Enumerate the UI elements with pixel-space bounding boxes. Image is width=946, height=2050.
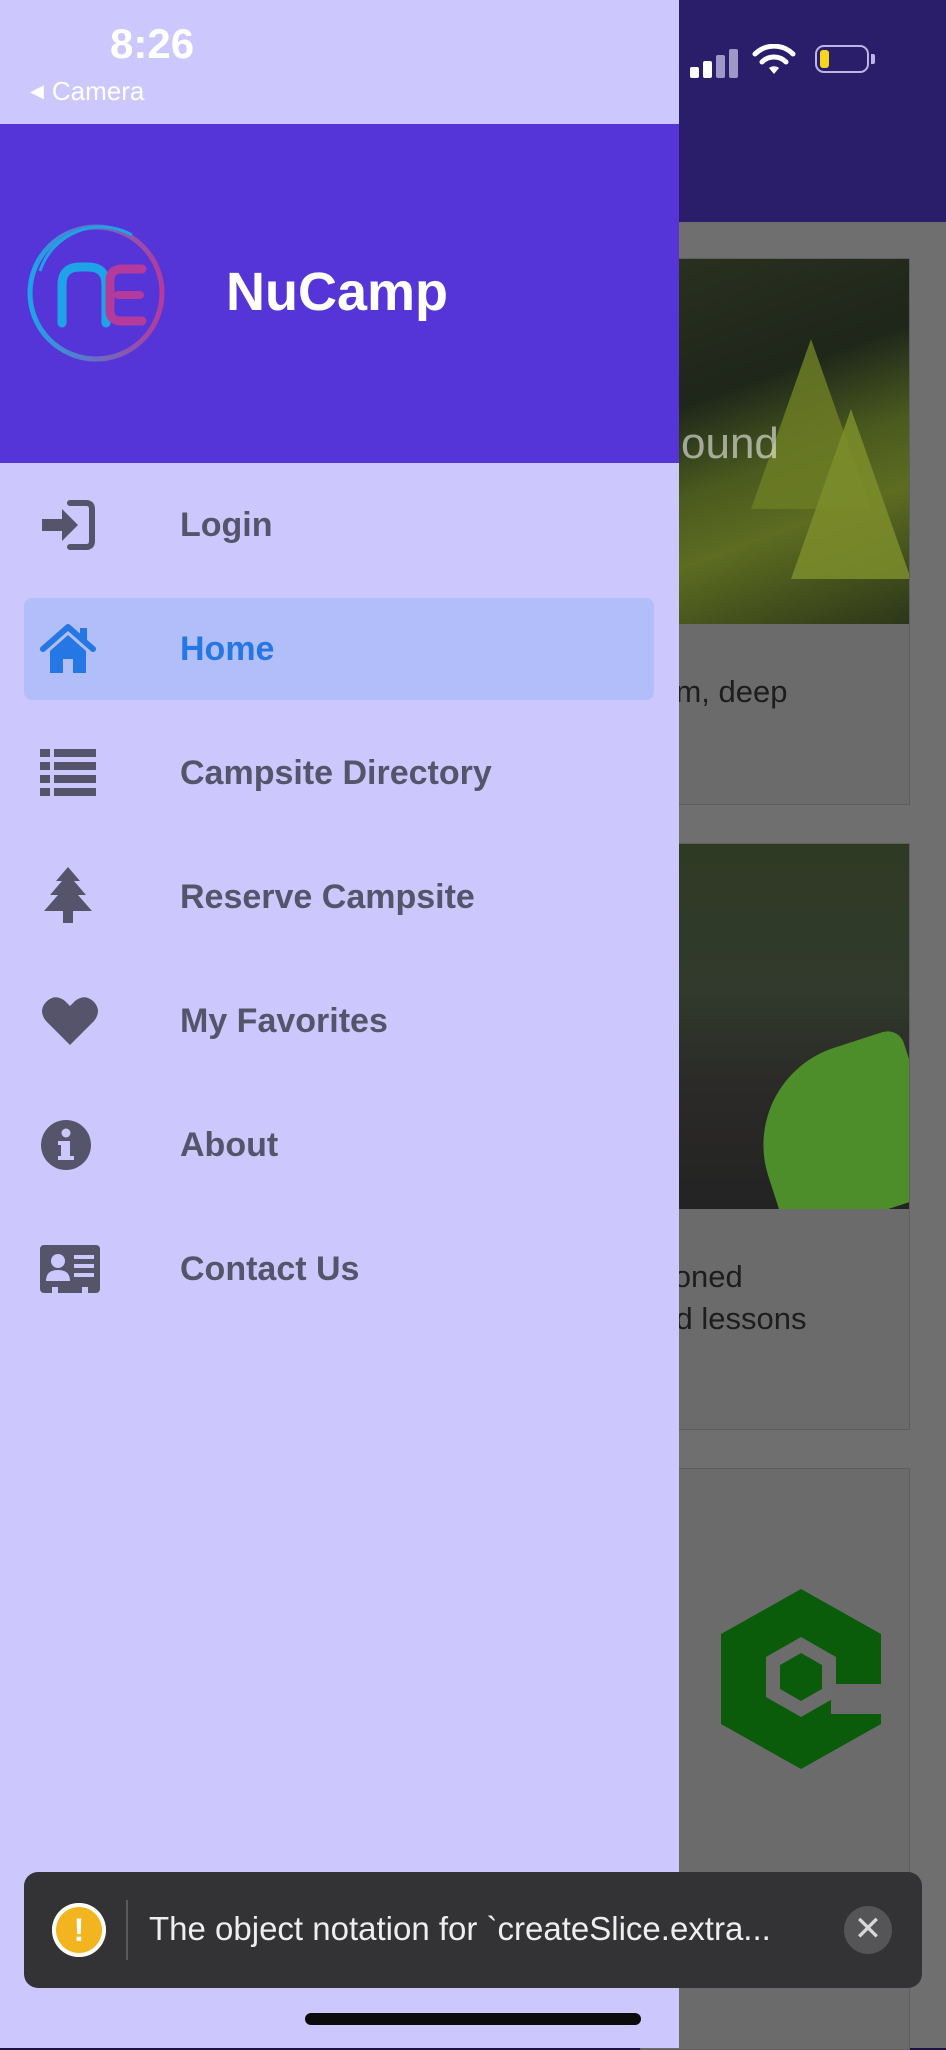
drawer-item-label: Contact Us (180, 1250, 360, 1288)
card-description: gem, deep (641, 674, 788, 709)
back-app-label: Camera (51, 76, 145, 106)
card-description-line-1: asoned (641, 1259, 743, 1294)
partner-logo-icon (721, 1589, 881, 1769)
home-indicator[interactable] (305, 2013, 641, 2025)
background-card-2[interactable]: e asoned and lessons (640, 843, 910, 1430)
drawer-header: NuCamp (0, 124, 679, 463)
drawer-item-label: About (180, 1126, 279, 1164)
card-image: ound (641, 259, 909, 624)
tree-icon (40, 867, 96, 923)
status-time: 8:26 (110, 20, 195, 67)
drawer-item-label: Login (180, 506, 273, 544)
toast-message: The object notation for `createSlice.ext… (149, 1910, 771, 1947)
navigation-drawer: NuCamp Login Home Campsite Directory Res… (0, 0, 679, 2048)
drawer-item-about[interactable]: About (24, 1094, 654, 1196)
drawer-item-contact-us[interactable]: Contact Us (24, 1218, 654, 1320)
nucamp-logo-icon (27, 224, 165, 362)
drawer-item-label: Home (180, 630, 275, 668)
heart-icon (40, 995, 98, 1047)
home-icon (40, 623, 96, 675)
card-overlay-text: ound (681, 419, 779, 468)
drawer-item-reserve-campsite[interactable]: Reserve Campsite (24, 846, 654, 948)
warning-toast[interactable]: ! The object notation for `createSlice.e… (24, 1872, 922, 1988)
card-image: e (641, 844, 909, 1209)
drawer-item-login[interactable]: Login (24, 474, 654, 576)
close-icon[interactable]: ✕ (844, 1906, 892, 1954)
info-circle-icon (40, 1119, 96, 1171)
drawer-item-home[interactable]: Home (24, 598, 654, 700)
drawer-item-label: Reserve Campsite (180, 878, 475, 916)
toast-divider (126, 1900, 128, 1960)
drawer-item-my-favorites[interactable]: My Favorites (24, 970, 654, 1072)
sign-in-icon (40, 499, 96, 551)
back-to-app-link[interactable]: ◀ Camera (30, 76, 144, 107)
background-card-1[interactable]: ound gem, deep (640, 258, 910, 805)
drawer-item-label: My Favorites (180, 1002, 388, 1040)
address-card-icon (40, 1243, 100, 1295)
drawer-item-label: Campsite Directory (180, 754, 492, 792)
app-title: NuCamp (226, 262, 449, 322)
card-description-line-2: and lessons (641, 1301, 807, 1336)
drawer-item-campsite-directory[interactable]: Campsite Directory (24, 722, 654, 824)
list-icon (40, 747, 96, 799)
back-caret-icon: ◀ (30, 81, 44, 101)
warning-icon: ! (52, 1903, 106, 1957)
